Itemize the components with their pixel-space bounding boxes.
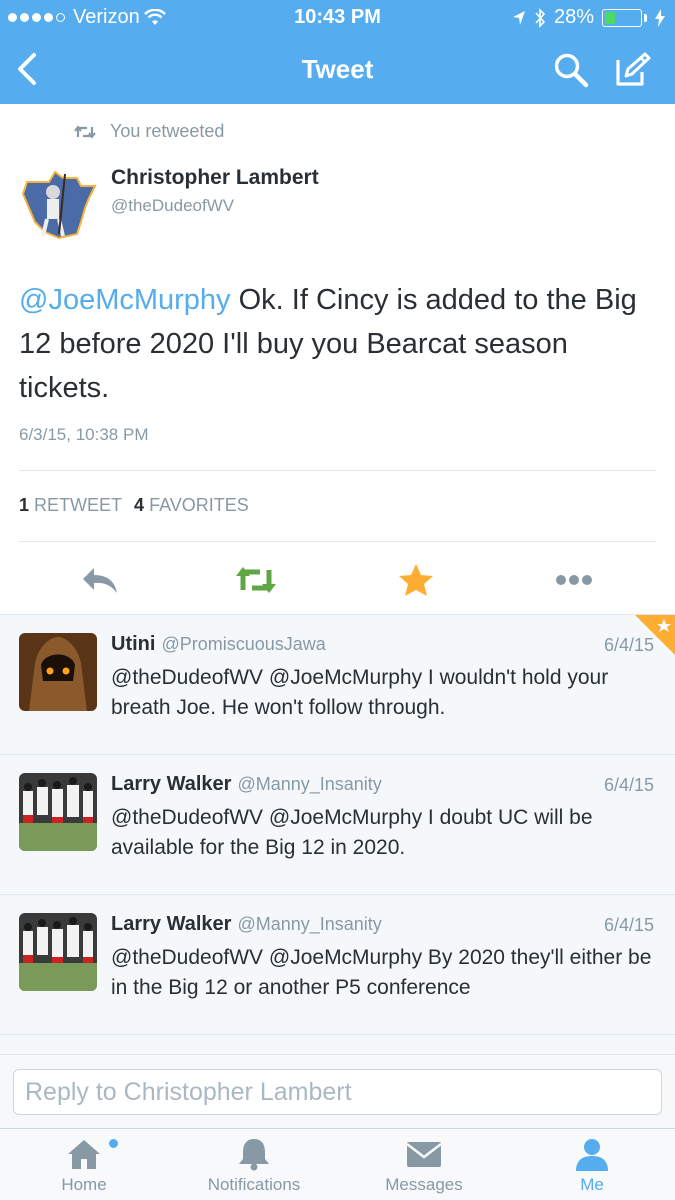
tab-me-label: Me [580,1175,604,1194]
reply-item[interactable]: Utini @PromiscuousJawa 6/4/15 @theDudeofW… [0,615,675,755]
reply-author[interactable]: Larry Walker @Manny_Insanity [111,913,382,936]
status-right: 28% [512,6,665,29]
retweet-context-label: You retweeted [110,121,225,141]
tab-notifications-label: Notifications [207,1175,301,1194]
reply-author[interactable]: Utini @PromiscuousJawa [111,633,326,656]
bluetooth-icon [535,7,546,28]
reply-icon[interactable] [78,560,122,600]
favorite-icon[interactable] [394,560,438,600]
envelope-icon [406,1142,442,1167]
bell-icon [239,1139,269,1171]
favorite-stat[interactable]: 4 FAVORITES [134,495,249,516]
tweet-text: @JoeMcMurphy Ok. If Cincy is added to th… [19,278,659,410]
battery-percent: 28% [553,6,594,28]
retweet-icon[interactable] [234,560,278,600]
tweet-author[interactable]: Christopher Lambert @theDudeofWV [111,166,319,216]
reply-input[interactable] [13,1069,662,1115]
tab-me[interactable]: Me [517,1129,667,1200]
wv-mountaineer-avatar-icon [19,164,99,244]
tweet-actions [0,556,675,600]
reply-text: @theDudeofWV @JoeMcMurphy I doubt UC wil… [111,806,593,859]
home-icon [68,1140,100,1169]
tab-home-label: Home [61,1175,107,1194]
replies-list: Utini @PromiscuousJawa 6/4/15 @theDudeofW… [0,614,675,1054]
status-bar: Verizon 10:43 PM 28% [0,0,675,36]
divider [19,541,656,542]
nav-bar: Tweet [0,40,675,100]
author-handle[interactable]: @theDudeofWV [111,196,319,216]
tab-notifications[interactable]: Notifications [179,1129,329,1200]
reply-composer [0,1054,675,1128]
tab-messages[interactable]: Messages [349,1129,499,1200]
battery-level [605,11,615,24]
reply-handle: @Manny_Insanity [237,774,382,794]
football-team-avatar-icon [19,913,97,991]
reply-handle: @PromiscuousJawa [161,634,326,654]
tab-messages-label: Messages [385,1175,463,1194]
compose-icon[interactable] [612,50,652,90]
divider [19,470,656,471]
retweet-context: You retweeted [74,121,224,142]
mention-link[interactable]: @JoeMcMurphy [19,284,231,316]
reply-handle: @Manny_Insanity [237,914,382,934]
reply-text: @theDudeofWV @JoeMcMurphy I wouldn't hol… [111,666,609,719]
home-notification-dot [109,1139,118,1148]
reply-date: 6/4/15 [603,775,654,795]
retweet-icon [74,124,96,139]
reply-author[interactable]: Larry Walker @Manny_Insanity [111,773,382,796]
tab-home[interactable]: Home [9,1129,159,1200]
favorite-count: 4 [134,495,145,515]
battery-icon [602,8,642,27]
retweet-count: 1 [19,495,30,515]
reply-item[interactable]: Larry Walker @Manny_Insanity 6/4/15 @theD… [0,895,675,1035]
avatar[interactable] [19,913,97,991]
location-arrow-icon [512,10,525,25]
reply-text: @theDudeofWV @JoeMcMurphy By 2020 they'l… [111,946,652,999]
reply-name: Larry Walker [111,913,232,935]
favorite-stat-label: FAVORITES [149,495,249,515]
reply-name: Larry Walker [111,773,232,795]
jawa-avatar-icon [19,633,97,711]
search-icon[interactable] [553,52,589,88]
app-header: Verizon 10:43 PM 28% Tweet [0,0,675,104]
retweet-stat-label: RETWEET [34,495,123,515]
reply-date: 6/4/15 [603,915,654,935]
football-team-avatar-icon [19,773,97,851]
tweet-stats: 1 RETWEET 4 FAVORITES [19,495,249,516]
battery-tip [644,13,647,22]
avatar[interactable] [19,633,97,711]
more-icon[interactable] [552,560,596,600]
person-icon [576,1139,608,1171]
tab-bar: Home Notifications Messages Me [0,1128,675,1200]
reply-name: Utini [111,633,156,655]
charging-bolt-icon [655,8,665,27]
avatar[interactable] [19,773,97,851]
avatar[interactable] [19,164,99,244]
author-name[interactable]: Christopher Lambert [111,166,319,190]
tweet-timestamp: 6/3/15, 10:38 PM [19,425,149,444]
retweet-stat[interactable]: 1 RETWEET [19,495,122,516]
reply-date: 6/4/15 [603,635,654,655]
reply-item[interactable]: Larry Walker @Manny_Insanity 6/4/15 @theD… [0,755,675,895]
